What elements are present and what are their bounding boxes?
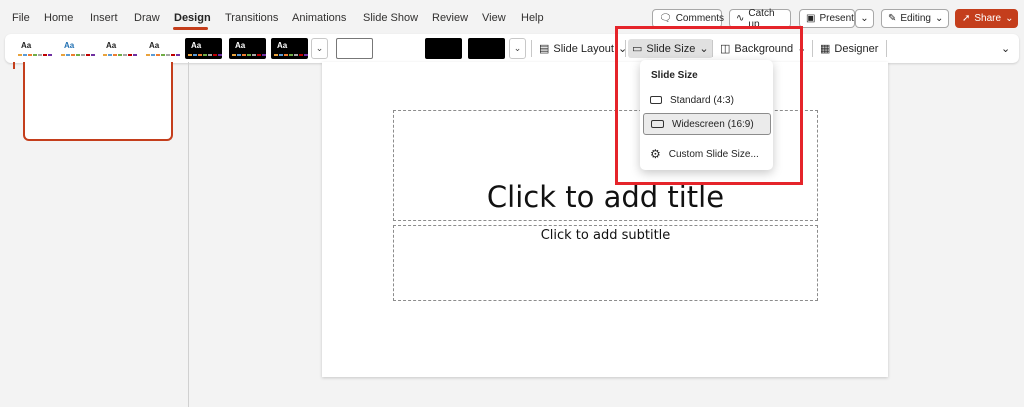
background-icon: ◫	[720, 43, 731, 55]
slide-layout-label: Slide Layout	[553, 42, 614, 55]
designer-button[interactable]: ▦ Designer	[816, 39, 882, 58]
variant-1[interactable]	[336, 38, 373, 59]
background-button[interactable]: ◫ Background ⌄	[716, 39, 810, 58]
menu-slideshow[interactable]: Slide Show	[363, 12, 418, 24]
gear-icon: ⚙	[650, 147, 661, 161]
background-label: Background	[734, 42, 794, 55]
slide-size-menu-header: Slide Size	[651, 70, 698, 81]
custom-size-label: Custom Slide Size...	[668, 148, 759, 160]
rectangle-icon	[651, 120, 664, 128]
separator	[886, 40, 887, 57]
comment-icon: 🗨	[659, 13, 672, 24]
custom-size-option[interactable]: ⚙ Custom Slide Size...	[643, 143, 771, 165]
theme-aa-label: Aa	[235, 41, 246, 50]
theme-thumbnail[interactable]: Aa	[143, 38, 180, 59]
variant-3[interactable]	[425, 38, 462, 59]
menu-insert[interactable]: Insert	[90, 12, 118, 24]
theme-color-bars	[103, 54, 137, 56]
slide-layout-button[interactable]: ▤ Slide Layout ⌄	[535, 39, 631, 58]
present-dropdown-button[interactable]: ⌄	[855, 9, 874, 28]
present-button[interactable]: ▣ Present	[799, 9, 855, 28]
slide-layout-icon: ▤	[539, 43, 550, 55]
theme-color-bars	[274, 54, 308, 56]
theme-thumbnail[interactable]: Aa	[185, 38, 222, 59]
widescreen-size-option[interactable]: Widescreen (16:9)	[643, 113, 771, 135]
menu-file[interactable]: File	[12, 12, 30, 24]
menu-animations[interactable]: Animations	[292, 12, 346, 24]
menu-draw[interactable]: Draw	[134, 12, 160, 24]
variant-4[interactable]	[468, 38, 505, 59]
present-icon: ▣	[806, 13, 816, 24]
chevron-down-icon: ⌄	[513, 43, 522, 53]
chevron-down-icon: ⌄	[315, 43, 324, 53]
theme-color-bars	[146, 54, 180, 56]
catchup-button[interactable]: ∿ Catch up	[729, 7, 791, 30]
themes-more-button[interactable]: ⌄	[311, 38, 328, 59]
theme-aa-label: Aa	[149, 41, 160, 50]
theme-color-bars	[18, 54, 52, 56]
slide-size-menu: Slide Size Standard (4:3) Widescreen (16…	[640, 60, 773, 170]
theme-color-bars	[61, 54, 95, 56]
standard-size-label: Standard (4:3)	[670, 94, 734, 106]
theme-aa-label: Aa	[277, 41, 288, 50]
chevron-down-icon: ⌄	[797, 43, 807, 55]
rectangle-icon	[650, 96, 662, 104]
theme-color-bars	[232, 54, 266, 56]
comments-button[interactable]: 🗨 Comments	[652, 9, 725, 28]
menu-transitions[interactable]: Transitions	[225, 12, 278, 24]
theme-thumbnail[interactable]: Aa	[100, 38, 137, 59]
chevron-down-icon: ⌄	[699, 43, 709, 55]
theme-thumbnail[interactable]: Aa	[58, 38, 95, 59]
variant-2[interactable]	[382, 38, 419, 59]
menu-bar: File Home Insert Draw Design Transitions…	[0, 0, 1024, 34]
share-label: Share	[974, 13, 1002, 24]
theme-aa-label: Aa	[106, 41, 117, 50]
comments-label: Comments	[675, 13, 725, 24]
separator	[531, 40, 532, 57]
panel-divider[interactable]	[188, 62, 189, 407]
editing-mode-button[interactable]: ✎ Editing ⌄	[881, 9, 949, 28]
menu-help[interactable]: Help	[521, 12, 544, 24]
standard-size-option[interactable]: Standard (4:3)	[643, 89, 771, 111]
theme-thumbnail[interactable]: Aa	[229, 38, 266, 59]
designer-icon: ▦	[820, 43, 831, 55]
theme-aa-label: Aa	[21, 41, 32, 50]
theme-aa-label: Aa	[191, 41, 202, 50]
catchup-label: Catch up	[748, 7, 775, 30]
chevron-down-icon: ⌄	[1005, 13, 1014, 24]
chevron-down-icon: ⌄	[934, 13, 944, 24]
share-icon: ➚	[962, 13, 971, 24]
theme-thumbnail[interactable]: Aa	[15, 38, 52, 59]
menu-design[interactable]: Design	[174, 12, 211, 24]
theme-color-bars	[188, 54, 222, 56]
ribbon-expand-button[interactable]: ⌄	[997, 39, 1014, 58]
share-button[interactable]: ➚ Share ⌄	[955, 9, 1018, 28]
designer-label: Designer	[834, 42, 879, 55]
active-tab-indicator	[173, 27, 208, 30]
chevron-down-icon: ⌄	[860, 13, 869, 24]
menu-view[interactable]: View	[482, 12, 506, 24]
widescreen-size-label: Widescreen (16:9)	[672, 118, 754, 130]
subtitle-placeholder-text: Click to add subtitle	[540, 228, 671, 243]
slide-size-icon: ▭	[632, 43, 643, 55]
menu-review[interactable]: Review	[432, 12, 468, 24]
separator	[625, 40, 626, 57]
slide-size-label: Slide Size	[646, 42, 696, 55]
theme-aa-label: Aa	[64, 41, 75, 50]
editing-label: Editing	[900, 13, 931, 24]
activity-icon: ∿	[736, 13, 745, 24]
slide-size-button[interactable]: ▭ Slide Size ⌄	[628, 39, 713, 58]
design-ribbon: Aa Aa Aa Aa Aa Aa Aa ⌄ ⌄ ▤ Slide Layout ⌄ ▭ Sl…	[5, 34, 1019, 63]
chevron-down-icon: ⌄	[1001, 43, 1011, 55]
theme-thumbnail[interactable]: Aa	[271, 38, 308, 59]
separator	[812, 40, 813, 57]
variants-more-button[interactable]: ⌄	[509, 38, 526, 59]
slide-thumbnail[interactable]	[23, 62, 173, 141]
menu-home[interactable]: Home	[44, 12, 73, 24]
pencil-icon: ✎	[888, 13, 897, 24]
separator	[712, 40, 713, 57]
present-label: Present	[819, 13, 854, 24]
title-placeholder-text: Click to add title	[486, 180, 725, 214]
slide-number-marker	[13, 62, 15, 69]
